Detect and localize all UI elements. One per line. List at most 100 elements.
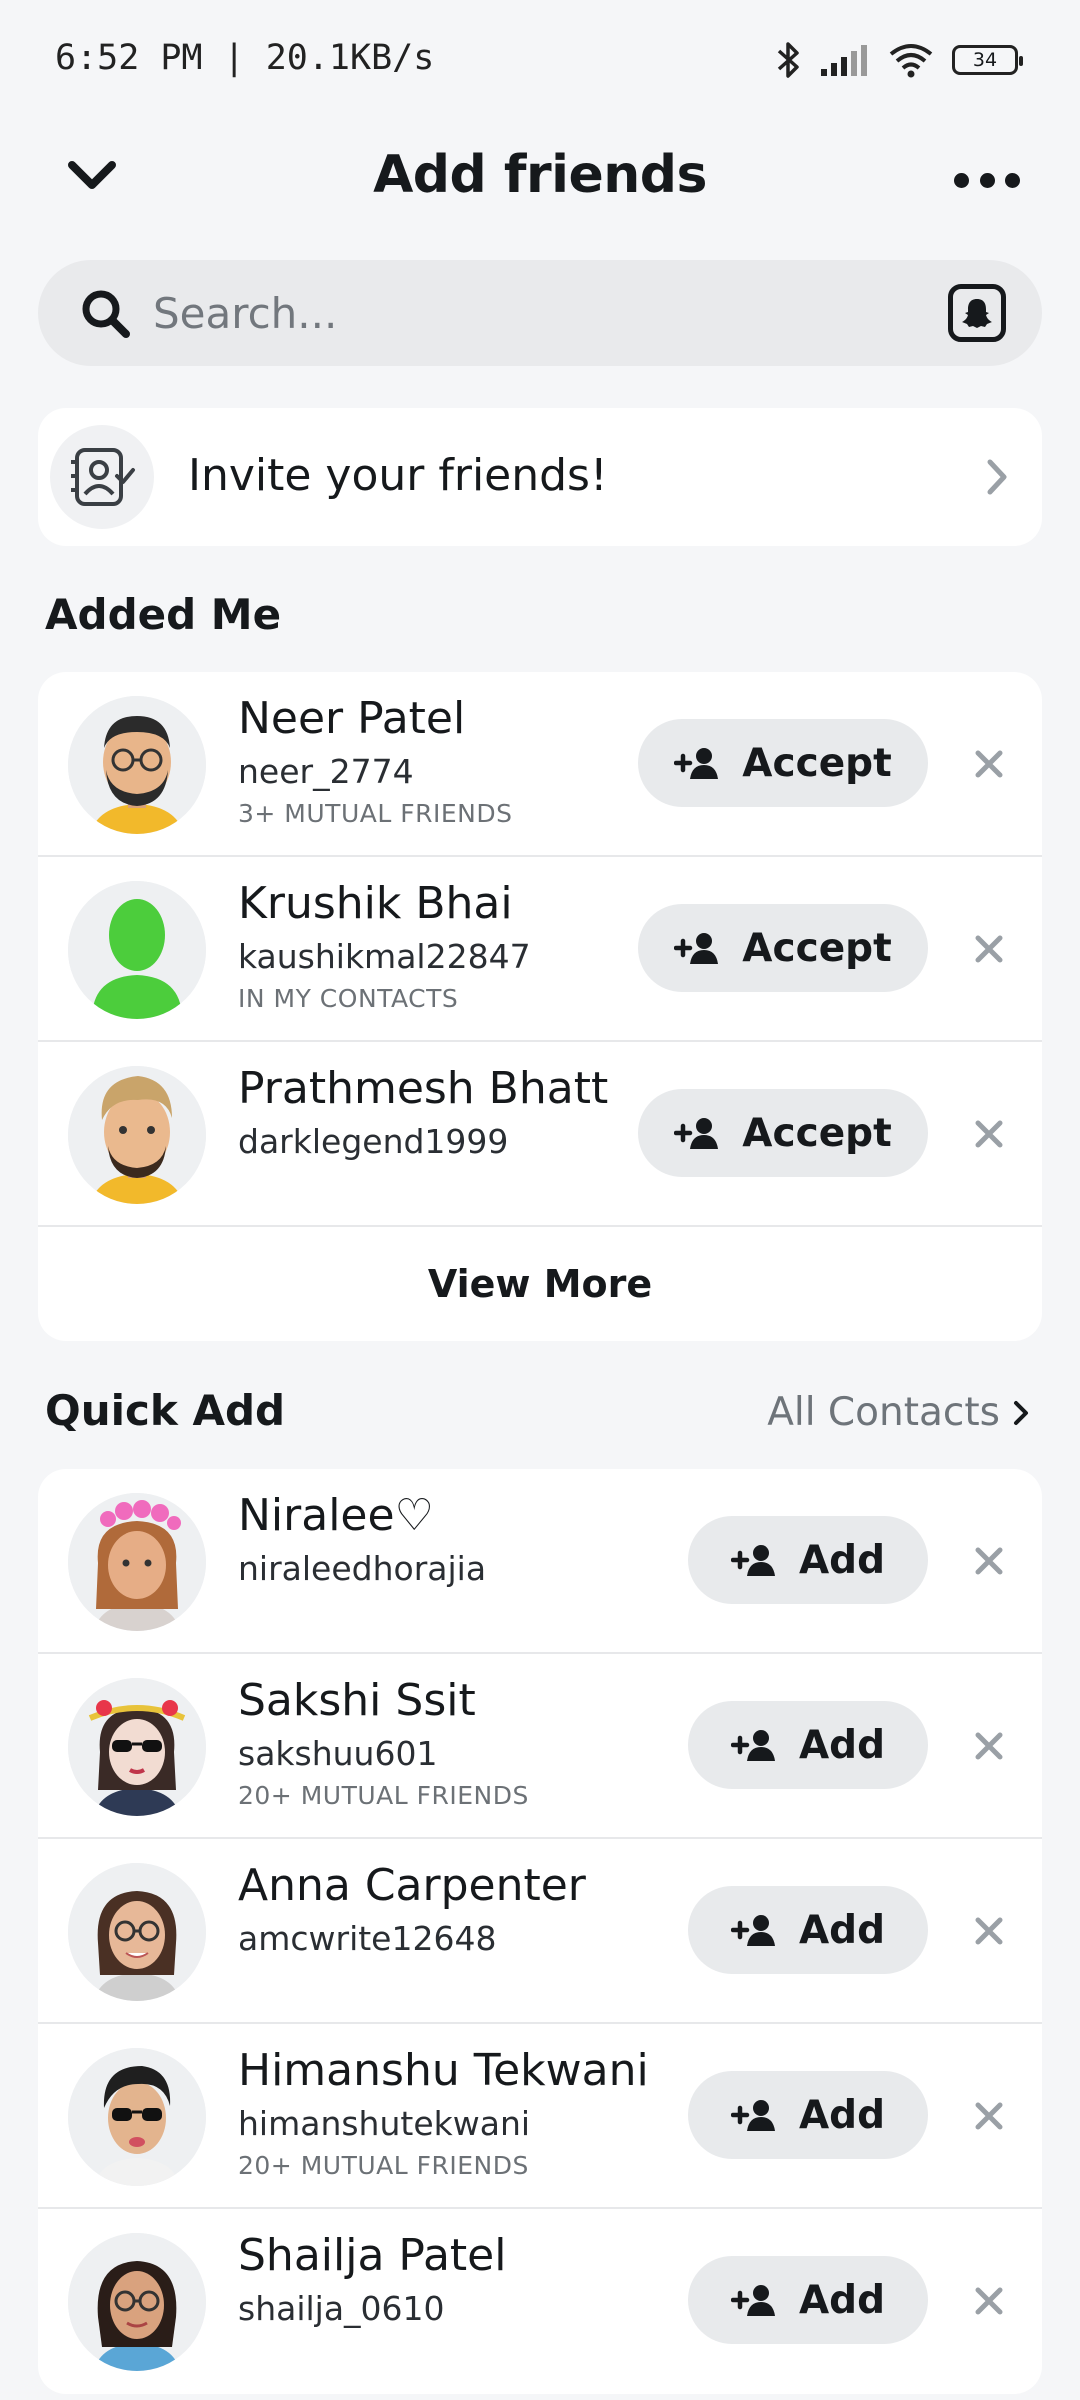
list-item: Shailja Patel shailja_0610 Add (38, 2209, 1042, 2394)
dismiss-icon[interactable] (974, 1916, 1004, 1946)
avatar[interactable] (68, 696, 206, 834)
accept-button[interactable]: Accept (638, 904, 928, 992)
add-friend-icon (730, 1915, 775, 1946)
friend-info: Krushik Bhai kaushikmal22847 IN MY CONTA… (238, 875, 531, 1017)
dismiss-icon[interactable] (974, 2286, 1004, 2316)
friend-info: Shailja Patel shailja_0610 (238, 2227, 506, 2333)
all-contacts-label: All Contacts (767, 1390, 1000, 1435)
view-more-button[interactable]: View More (38, 1227, 1042, 1341)
add-button[interactable]: Add (688, 2256, 928, 2344)
bitmoji-avatar-icon (68, 1678, 206, 1816)
chevron-right-icon (1014, 1400, 1028, 1425)
more-dot-icon (979, 172, 995, 188)
status-time: 6:52 PM | 20.1KB/s (55, 38, 435, 78)
default-silhouette-icon (68, 881, 206, 1019)
friend-username: kaushikmal22847 (238, 937, 531, 976)
add-button[interactable]: Add (688, 1516, 928, 1604)
avatar[interactable] (68, 1678, 206, 1816)
invite-friends-row[interactable]: Invite your friends! (38, 408, 1042, 546)
more-options-button[interactable] (954, 165, 1020, 195)
status-bar: 6:52 PM | 20.1KB/s 34 (0, 0, 1080, 120)
bitmoji-avatar-icon (68, 1066, 206, 1204)
add-label: Add (798, 2092, 886, 2138)
accept-button[interactable]: Accept (638, 1089, 928, 1177)
list-item: Krushik Bhai kaushikmal22847 IN MY CONTA… (38, 857, 1042, 1042)
list-item: Prathmesh Bhatt darklegend1999 Accept (38, 1042, 1042, 1227)
snapcode-scan-button[interactable] (948, 284, 1006, 342)
more-dot-icon (1005, 172, 1020, 188)
friend-subtext: 3+ MUTUAL FRIENDS (238, 799, 513, 828)
friend-name: Niralee♡ (238, 1490, 435, 1541)
add-button[interactable]: Add (688, 1886, 928, 1974)
add-friend-icon (730, 2285, 775, 2316)
avatar[interactable] (68, 2048, 206, 2186)
quick-add-card: Niralee♡ niraleedhorajia Add Sakshi Ssit… (38, 1469, 1042, 2394)
header: Add friends (0, 135, 1080, 225)
friend-name: Prathmesh Bhatt (238, 1063, 609, 1114)
friend-name: Shailja Patel (238, 2230, 507, 2281)
friend-username: himanshutekwani (238, 2104, 531, 2143)
friend-subtext: IN MY CONTACTS (238, 984, 459, 1013)
invite-icon-wrap (50, 425, 154, 529)
more-dot-icon (954, 172, 969, 188)
accept-button[interactable]: Accept (638, 719, 928, 807)
page-title: Add friends (373, 145, 707, 205)
friend-name: Sakshi Ssit (238, 1675, 476, 1726)
accept-label: Accept (742, 740, 892, 786)
search-bar (38, 260, 1042, 366)
accept-label: Accept (742, 925, 892, 971)
add-label: Add (798, 1907, 886, 1953)
friend-username: darklegend1999 (238, 1122, 509, 1161)
quick-add-heading: Quick Add (45, 1386, 286, 1435)
add-button[interactable]: Add (688, 2071, 928, 2159)
friend-username: niraleedhorajia (238, 1549, 487, 1588)
list-item: Himanshu Tekwani himanshutekwani 20+ MUT… (38, 2024, 1042, 2209)
friend-name: Anna Carpenter (238, 1860, 586, 1911)
avatar[interactable] (68, 1863, 206, 2001)
avatar[interactable] (68, 1066, 206, 1204)
bitmoji-avatar-icon (68, 1493, 206, 1631)
invite-label: Invite your friends! (188, 450, 608, 501)
friend-info: Anna Carpenter amcwrite12648 (238, 1857, 586, 1963)
dismiss-icon[interactable] (974, 1119, 1004, 1149)
add-friend-icon (730, 1730, 775, 1761)
ghost-icon (962, 299, 992, 328)
avatar[interactable] (68, 881, 206, 1019)
dismiss-icon[interactable] (974, 2101, 1004, 2131)
battery-icon: 34 (952, 45, 1023, 75)
add-friend-icon (730, 1545, 775, 1576)
wifi-icon (889, 44, 933, 78)
search-input[interactable] (153, 282, 933, 344)
friend-subtext: 20+ MUTUAL FRIENDS (238, 2151, 529, 2180)
add-friend-icon (674, 1118, 719, 1149)
friend-username: amcwrite12648 (238, 1919, 497, 1958)
dismiss-icon[interactable] (974, 934, 1004, 964)
bitmoji-avatar-icon (68, 2048, 206, 2186)
add-label: Add (798, 1722, 886, 1768)
added-me-card: Neer Patel neer_2774 3+ MUTUAL FRIENDS A… (38, 672, 1042, 1341)
list-item: Anna Carpenter amcwrite12648 Add (38, 1839, 1042, 2024)
avatar[interactable] (68, 2233, 206, 2371)
contact-card-icon (71, 448, 135, 506)
bluetooth-icon (777, 42, 799, 78)
friend-name: Krushik Bhai (238, 878, 513, 929)
friend-info: Prathmesh Bhatt darklegend1999 (238, 1060, 608, 1166)
add-button[interactable]: Add (688, 1701, 928, 1789)
friend-subtext: 20+ MUTUAL FRIENDS (238, 1781, 529, 1810)
add-friend-icon (674, 748, 719, 779)
list-item: Niralee♡ niraleedhorajia Add (38, 1469, 1042, 1654)
avatar[interactable] (68, 1493, 206, 1631)
bitmoji-avatar-icon (68, 2233, 206, 2371)
friend-username: shailja_0610 (238, 2289, 445, 2328)
all-contacts-link[interactable]: All Contacts (767, 1390, 1030, 1435)
chevron-right-icon (987, 459, 1007, 495)
dismiss-icon[interactable] (974, 1731, 1004, 1761)
add-label: Add (798, 2277, 886, 2323)
friend-username: sakshuu601 (238, 1734, 438, 1773)
friend-info: Neer Patel neer_2774 3+ MUTUAL FRIENDS (238, 690, 512, 832)
friend-name: Neer Patel (238, 693, 466, 744)
dismiss-icon[interactable] (974, 749, 1004, 779)
dismiss-icon[interactable] (974, 1546, 1004, 1576)
added-me-heading: Added Me (45, 590, 282, 639)
friend-info: Himanshu Tekwani himanshutekwani 20+ MUT… (238, 2042, 649, 2184)
